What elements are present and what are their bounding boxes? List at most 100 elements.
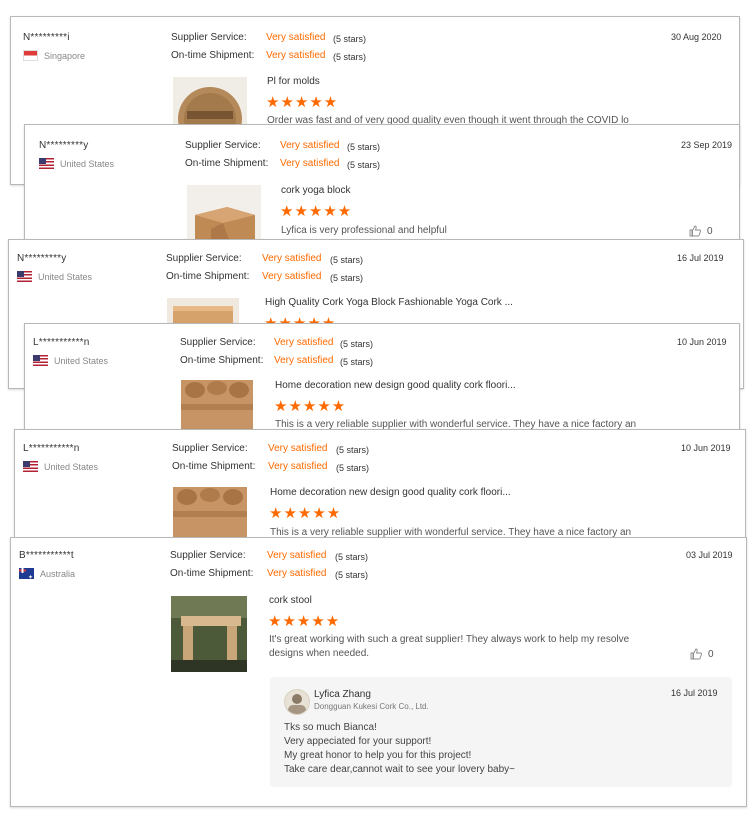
review-card: L***********n United States Supplier Ser…: [14, 429, 746, 543]
reviewer-name: B***********t: [19, 550, 74, 561]
shipment-value: Very satisfied: [280, 158, 340, 169]
supplier-service-value: Very satisfied: [280, 140, 340, 151]
supplier-service-stars: (5 stars): [340, 339, 374, 349]
shipment-value: Very satisfied: [268, 461, 328, 472]
shipment-stars: (5 stars): [340, 357, 374, 367]
product-thumbnail[interactable]: [187, 185, 261, 245]
product-title[interactable]: High Quality Cork Yoga Block Fashionable…: [265, 297, 513, 308]
reply-author: Lyfica Zhang: [314, 689, 371, 700]
cork-roll-image: [181, 380, 253, 434]
shipment-value: Very satisfied: [274, 355, 334, 366]
reply-company: Dongguan Kukesi Cork Co., Ltd.: [314, 702, 429, 711]
cork-roll-image: [173, 487, 247, 542]
product-title[interactable]: cork stool: [269, 595, 312, 606]
us-flag-icon: [33, 355, 48, 366]
country-label: United States: [54, 355, 109, 366]
star-rating: ★★★★★: [268, 613, 341, 630]
avatar-image: [288, 694, 306, 714]
reviewer-country: Singapore: [23, 50, 85, 61]
supplier-service-value: Very satisfied: [266, 32, 326, 43]
us-flag-icon: [17, 271, 32, 282]
shipment-stars: (5 stars): [335, 570, 369, 580]
reply-line: Take care dear,cannot wait to see your l…: [284, 764, 515, 775]
reviewer-name: L***********n: [23, 443, 80, 454]
reply-date: 16 Jul 2019: [671, 688, 718, 698]
star-rating: ★★★★★: [266, 94, 339, 111]
shipment-label: On-time Shipment:: [171, 50, 255, 61]
shipment-value: Very satisfied: [267, 568, 327, 579]
like-button[interactable]: 0: [689, 225, 713, 237]
review-card: N*********y United States Supplier Servi…: [24, 124, 740, 246]
review-card: B***********t Australia Supplier Service…: [10, 537, 747, 807]
supplier-service-value: Very satisfied: [274, 337, 334, 348]
reviewer-country: United States: [33, 355, 108, 366]
supplier-service-label: Supplier Service:: [185, 140, 261, 151]
review-date: 30 Aug 2020: [671, 32, 722, 42]
like-count: 0: [708, 648, 714, 660]
us-flag-icon: [23, 461, 38, 472]
country-label: Singapore: [44, 50, 86, 61]
shipment-stars: (5 stars): [347, 160, 381, 170]
reply-line: Tks so much Bianca!: [284, 722, 377, 733]
shipment-label: On-time Shipment:: [180, 355, 264, 366]
product-title[interactable]: cork yoga block: [281, 185, 350, 196]
product-thumbnail[interactable]: [173, 487, 247, 542]
country-label: United States: [44, 461, 99, 472]
like-count: 0: [707, 225, 713, 237]
reviewer-country: United States: [17, 271, 92, 282]
review-card: L***********n United States Supplier Ser…: [24, 323, 740, 435]
product-title[interactable]: Home decoration new design good quality …: [270, 487, 511, 498]
singapore-flag-icon: [23, 50, 38, 61]
product-title[interactable]: Home decoration new design good quality …: [275, 380, 516, 391]
reviewer-country: United States: [39, 158, 114, 169]
product-thumbnail[interactable]: [181, 380, 253, 434]
country-label: United States: [38, 271, 93, 282]
thumbs-up-icon: [689, 225, 701, 237]
supplier-service-value: Very satisfied: [267, 550, 327, 561]
star-rating: ★★★★★: [269, 505, 342, 522]
review-date: 10 Jun 2019: [677, 337, 727, 347]
review-text-line-1: It's great working with such a great sup…: [269, 634, 630, 645]
supplier-service-stars: (5 stars): [335, 552, 369, 562]
us-flag-icon: [39, 158, 54, 169]
cork-stool-image: [171, 596, 247, 672]
shipment-stars: (5 stars): [336, 463, 370, 473]
shipment-label: On-time Shipment:: [172, 461, 256, 472]
supplier-service-label: Supplier Service:: [166, 253, 242, 264]
product-title[interactable]: Pl for molds: [267, 76, 320, 87]
shipment-label: On-time Shipment:: [170, 568, 254, 579]
reviewer-country: United States: [23, 461, 98, 472]
reviewer-name: N*********i: [23, 32, 70, 43]
country-label: United States: [60, 158, 115, 169]
review-text-line-2: designs when needed.: [269, 648, 370, 659]
star-rating: ★★★★★: [274, 398, 347, 415]
supplier-reply: Lyfica Zhang Dongguan Kukesi Cork Co., L…: [270, 677, 732, 787]
supplier-avatar: [284, 689, 310, 715]
shipment-label: On-time Shipment:: [166, 271, 250, 282]
review-date: 10 Jun 2019: [681, 443, 731, 453]
supplier-service-stars: (5 stars): [347, 142, 381, 152]
supplier-service-value: Very satisfied: [262, 253, 322, 264]
shipment-stars: (5 stars): [333, 52, 367, 62]
shipment-value: Very satisfied: [262, 271, 322, 282]
supplier-service-stars: (5 stars): [336, 445, 370, 455]
shipment-label: On-time Shipment:: [185, 158, 269, 169]
supplier-service-label: Supplier Service:: [171, 32, 247, 43]
review-date: 23 Sep 2019: [681, 140, 733, 150]
supplier-service-stars: (5 stars): [333, 34, 367, 44]
cork-block-image: [195, 207, 255, 245]
review-date: 03 Jul 2019: [686, 550, 733, 560]
australia-flag-icon: [19, 568, 34, 581]
reply-line: Very appeciated for your support!: [284, 736, 432, 747]
country-label: Australia: [40, 568, 76, 579]
product-thumbnail[interactable]: [171, 596, 247, 672]
thumbs-up-icon: [690, 648, 702, 660]
like-button[interactable]: 0: [690, 648, 714, 660]
star-rating: ★★★★★: [280, 203, 353, 220]
supplier-service-label: Supplier Service:: [180, 337, 256, 348]
reviewer-country: Australia: [19, 568, 76, 581]
reviewer-name: L***********n: [33, 337, 90, 348]
shipment-stars: (5 stars): [330, 273, 364, 283]
reply-line: My great honor to help you for this proj…: [284, 750, 472, 761]
review-date: 16 Jul 2019: [677, 253, 724, 263]
